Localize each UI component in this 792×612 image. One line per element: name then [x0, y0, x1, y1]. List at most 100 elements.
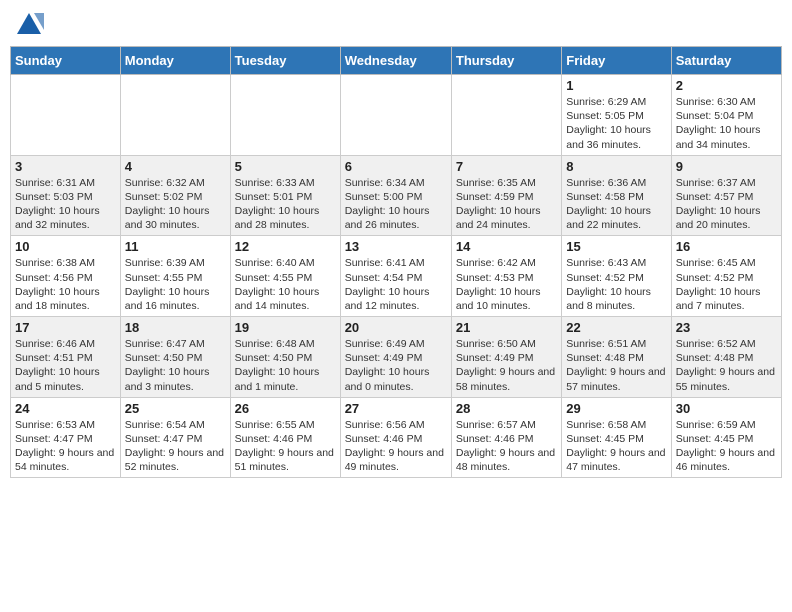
day-number: 27 — [345, 401, 447, 416]
day-number: 29 — [566, 401, 666, 416]
calendar-day-cell: 18 Sunrise: 6:47 AM Sunset: 4:50 PM Dayli… — [120, 317, 230, 398]
day-info: Sunrise: 6:36 AM Sunset: 4:58 PM Dayligh… — [566, 176, 666, 233]
calendar-header-row: SundayMondayTuesdayWednesdayThursdayFrid… — [11, 47, 782, 75]
day-number: 18 — [125, 320, 226, 335]
logo — [14, 10, 48, 40]
day-info: Sunrise: 6:41 AM Sunset: 4:54 PM Dayligh… — [345, 256, 447, 313]
day-number: 5 — [235, 159, 336, 174]
day-number: 24 — [15, 401, 116, 416]
calendar-body: 1 Sunrise: 6:29 AM Sunset: 5:05 PM Daylig… — [11, 75, 782, 478]
day-number: 26 — [235, 401, 336, 416]
calendar-day-cell: 14 Sunrise: 6:42 AM Sunset: 4:53 PM Dayli… — [451, 236, 561, 317]
day-number: 9 — [676, 159, 777, 174]
day-number: 6 — [345, 159, 447, 174]
calendar-day-cell: 30 Sunrise: 6:59 AM Sunset: 4:45 PM Dayli… — [671, 397, 781, 478]
calendar-day-cell: 9 Sunrise: 6:37 AM Sunset: 4:57 PM Daylig… — [671, 155, 781, 236]
day-of-week-header: Friday — [562, 47, 671, 75]
page-header — [10, 10, 782, 40]
day-info: Sunrise: 6:47 AM Sunset: 4:50 PM Dayligh… — [125, 337, 226, 394]
day-info: Sunrise: 6:54 AM Sunset: 4:47 PM Dayligh… — [125, 418, 226, 475]
day-info: Sunrise: 6:29 AM Sunset: 5:05 PM Dayligh… — [566, 95, 666, 152]
calendar-day-cell: 24 Sunrise: 6:53 AM Sunset: 4:47 PM Dayli… — [11, 397, 121, 478]
calendar-day-cell — [11, 75, 121, 156]
day-number: 17 — [15, 320, 116, 335]
day-number: 22 — [566, 320, 666, 335]
day-info: Sunrise: 6:45 AM Sunset: 4:52 PM Dayligh… — [676, 256, 777, 313]
calendar-week-row: 10Sunrise: 6:38 AM Sunset: 4:56 PM Dayli… — [11, 236, 782, 317]
calendar-day-cell: 5 Sunrise: 6:33 AM Sunset: 5:01 PM Daylig… — [230, 155, 340, 236]
day-info: Sunrise: 6:58 AM Sunset: 4:45 PM Dayligh… — [566, 418, 666, 475]
day-number: 7 — [456, 159, 557, 174]
day-info: Sunrise: 6:49 AM Sunset: 4:49 PM Dayligh… — [345, 337, 447, 394]
day-info: Sunrise: 6:53 AM Sunset: 4:47 PM Dayligh… — [15, 418, 116, 475]
calendar-day-cell: 21 Sunrise: 6:50 AM Sunset: 4:49 PM Dayli… — [451, 317, 561, 398]
day-number: 23 — [676, 320, 777, 335]
day-of-week-header: Saturday — [671, 47, 781, 75]
calendar-header: SundayMondayTuesdayWednesdayThursdayFrid… — [11, 47, 782, 75]
calendar-day-cell: 16 Sunrise: 6:45 AM Sunset: 4:52 PM Dayli… — [671, 236, 781, 317]
calendar-day-cell: 12 Sunrise: 6:40 AM Sunset: 4:55 PM Dayli… — [230, 236, 340, 317]
calendar-day-cell: 25 Sunrise: 6:54 AM Sunset: 4:47 PM Dayli… — [120, 397, 230, 478]
calendar-day-cell: 20 Sunrise: 6:49 AM Sunset: 4:49 PM Dayli… — [340, 317, 451, 398]
calendar-week-row: 24 Sunrise: 6:53 AM Sunset: 4:47 PM Dayli… — [11, 397, 782, 478]
day-of-week-header: Monday — [120, 47, 230, 75]
day-info: Sunrise: 6:59 AM Sunset: 4:45 PM Dayligh… — [676, 418, 777, 475]
day-info: Sunrise: 6:30 AM Sunset: 5:04 PM Dayligh… — [676, 95, 777, 152]
calendar-day-cell — [340, 75, 451, 156]
calendar-day-cell: 17 Sunrise: 6:46 AM Sunset: 4:51 PM Dayli… — [11, 317, 121, 398]
calendar-day-cell: 27Sunrise: 6:56 AM Sunset: 4:46 PM Dayli… — [340, 397, 451, 478]
day-info: Sunrise: 6:39 AM Sunset: 4:55 PM Dayligh… — [125, 256, 226, 313]
day-of-week-header: Wednesday — [340, 47, 451, 75]
day-of-week-header: Sunday — [11, 47, 121, 75]
day-info: Sunrise: 6:46 AM Sunset: 4:51 PM Dayligh… — [15, 337, 116, 394]
calendar-day-cell: 6 Sunrise: 6:34 AM Sunset: 5:00 PM Daylig… — [340, 155, 451, 236]
day-info: Sunrise: 6:48 AM Sunset: 4:50 PM Dayligh… — [235, 337, 336, 394]
day-info: Sunrise: 6:40 AM Sunset: 4:55 PM Dayligh… — [235, 256, 336, 313]
day-number: 20 — [345, 320, 447, 335]
day-number: 14 — [456, 239, 557, 254]
calendar-day-cell — [451, 75, 561, 156]
calendar-day-cell: 15Sunrise: 6:43 AM Sunset: 4:52 PM Dayli… — [562, 236, 671, 317]
day-info: Sunrise: 6:57 AM Sunset: 4:46 PM Dayligh… — [456, 418, 557, 475]
day-info: Sunrise: 6:33 AM Sunset: 5:01 PM Dayligh… — [235, 176, 336, 233]
calendar-day-cell: 7 Sunrise: 6:35 AM Sunset: 4:59 PM Daylig… — [451, 155, 561, 236]
day-number: 19 — [235, 320, 336, 335]
calendar-day-cell: 13 Sunrise: 6:41 AM Sunset: 4:54 PM Dayli… — [340, 236, 451, 317]
calendar-week-row: 1 Sunrise: 6:29 AM Sunset: 5:05 PM Daylig… — [11, 75, 782, 156]
day-of-week-header: Thursday — [451, 47, 561, 75]
day-number: 2 — [676, 78, 777, 93]
day-info: Sunrise: 6:32 AM Sunset: 5:02 PM Dayligh… — [125, 176, 226, 233]
day-number: 25 — [125, 401, 226, 416]
day-number: 21 — [456, 320, 557, 335]
day-info: Sunrise: 6:37 AM Sunset: 4:57 PM Dayligh… — [676, 176, 777, 233]
calendar-week-row: 17 Sunrise: 6:46 AM Sunset: 4:51 PM Dayli… — [11, 317, 782, 398]
day-number: 8 — [566, 159, 666, 174]
day-info: Sunrise: 6:42 AM Sunset: 4:53 PM Dayligh… — [456, 256, 557, 313]
day-number: 10 — [15, 239, 116, 254]
day-number: 30 — [676, 401, 777, 416]
day-number: 3 — [15, 159, 116, 174]
day-info: Sunrise: 6:52 AM Sunset: 4:48 PM Dayligh… — [676, 337, 777, 394]
day-info: Sunrise: 6:50 AM Sunset: 4:49 PM Dayligh… — [456, 337, 557, 394]
calendar-day-cell: 23 Sunrise: 6:52 AM Sunset: 4:48 PM Dayli… — [671, 317, 781, 398]
calendar-day-cell: 29 Sunrise: 6:58 AM Sunset: 4:45 PM Dayli… — [562, 397, 671, 478]
day-number: 13 — [345, 239, 447, 254]
calendar-day-cell: 2 Sunrise: 6:30 AM Sunset: 5:04 PM Daylig… — [671, 75, 781, 156]
day-info: Sunrise: 6:34 AM Sunset: 5:00 PM Dayligh… — [345, 176, 447, 233]
day-info: Sunrise: 6:35 AM Sunset: 4:59 PM Dayligh… — [456, 176, 557, 233]
day-number: 12 — [235, 239, 336, 254]
calendar-day-cell — [120, 75, 230, 156]
calendar-day-cell: 4Sunrise: 6:32 AM Sunset: 5:02 PM Daylig… — [120, 155, 230, 236]
calendar-day-cell — [230, 75, 340, 156]
calendar-table: SundayMondayTuesdayWednesdayThursdayFrid… — [10, 46, 782, 478]
day-number: 16 — [676, 239, 777, 254]
day-number: 1 — [566, 78, 666, 93]
calendar-week-row: 3 Sunrise: 6:31 AM Sunset: 5:03 PM Daylig… — [11, 155, 782, 236]
calendar-day-cell: 28Sunrise: 6:57 AM Sunset: 4:46 PM Dayli… — [451, 397, 561, 478]
calendar-day-cell: 26 Sunrise: 6:55 AM Sunset: 4:46 PM Dayli… — [230, 397, 340, 478]
logo-icon — [14, 10, 44, 40]
calendar-day-cell: 8 Sunrise: 6:36 AM Sunset: 4:58 PM Daylig… — [562, 155, 671, 236]
day-info: Sunrise: 6:43 AM Sunset: 4:52 PM Dayligh… — [566, 256, 666, 313]
day-info: Sunrise: 6:31 AM Sunset: 5:03 PM Dayligh… — [15, 176, 116, 233]
day-info: Sunrise: 6:55 AM Sunset: 4:46 PM Dayligh… — [235, 418, 336, 475]
